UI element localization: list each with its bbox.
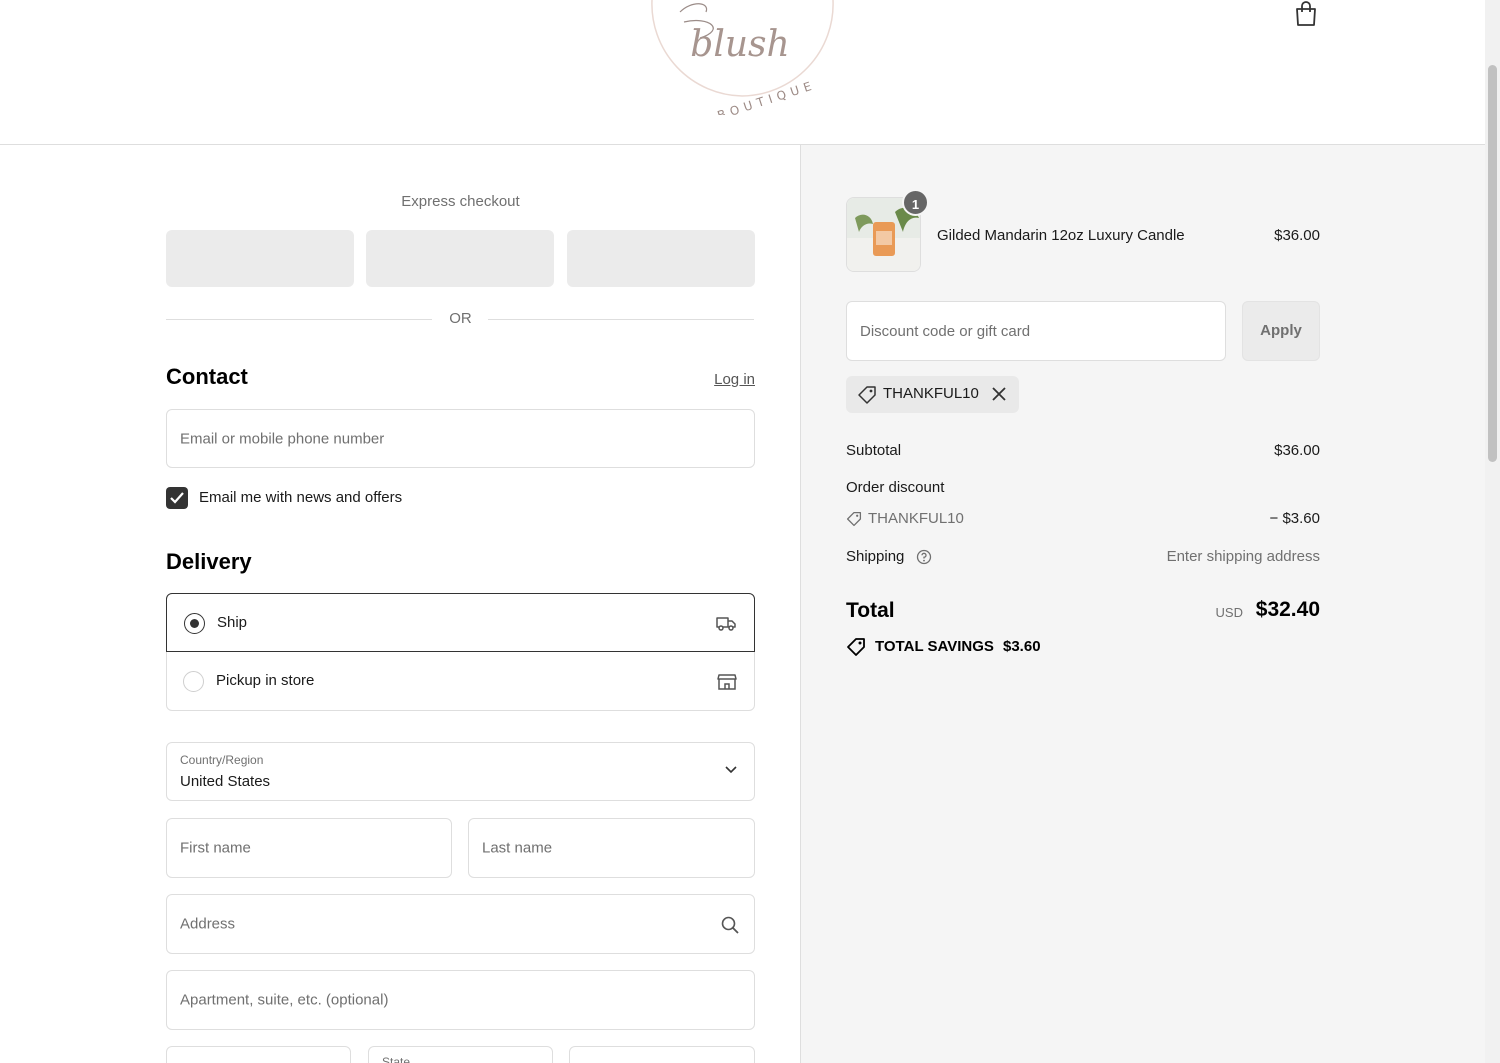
- city-field[interactable]: [166, 1046, 351, 1063]
- product-price: $36.00: [1274, 227, 1320, 244]
- shipping-value: Enter shipping address: [1166, 548, 1320, 565]
- express-pay-button-1[interactable]: [166, 230, 354, 287]
- discount-amount: − $3.60: [1269, 510, 1320, 527]
- checkmark-icon: [170, 492, 184, 504]
- address-placeholder: Address: [180, 915, 236, 933]
- divider-line-right: [488, 319, 754, 320]
- state-label: State: [382, 1055, 411, 1063]
- search-icon: [721, 916, 739, 934]
- savings-label: TOTAL SAVINGS: [875, 638, 994, 655]
- newsletter-checkbox[interactable]: [166, 487, 188, 509]
- first-name-field[interactable]: First name: [166, 818, 452, 878]
- shopping-bag-icon[interactable]: [1293, 0, 1319, 28]
- contact-heading: Contact: [166, 364, 248, 389]
- first-name-placeholder: First name: [180, 839, 251, 857]
- svg-text:BOUTIQUE: BOUTIQUE: [716, 78, 818, 115]
- delivery-option-pickup[interactable]: Pickup in store: [166, 652, 755, 711]
- last-name-placeholder: Last name: [482, 839, 553, 857]
- store-header: blush BOUTIQUE: [0, 0, 1485, 145]
- tag-icon: [858, 386, 876, 404]
- savings-value: $3.60: [1003, 638, 1041, 655]
- country-select[interactable]: Country/Region United States: [166, 742, 755, 801]
- order-summary-panel: [801, 145, 1485, 1063]
- email-field[interactable]: Email or mobile phone number: [166, 409, 755, 468]
- email-placeholder: Email or mobile phone number: [180, 430, 385, 447]
- express-pay-button-3[interactable]: [567, 230, 755, 287]
- discount-placeholder: Discount code or gift card: [860, 323, 1031, 340]
- apply-discount-button[interactable]: Apply: [1242, 301, 1320, 361]
- state-select[interactable]: State: [368, 1046, 553, 1063]
- last-name-field[interactable]: Last name: [468, 818, 755, 878]
- store-logo[interactable]: blush BOUTIQUE: [640, 0, 840, 123]
- pickup-radio[interactable]: [183, 671, 204, 692]
- shipping-label: Shipping: [846, 548, 905, 565]
- delivery-heading: Delivery: [166, 549, 252, 574]
- truck-icon: [715, 613, 737, 633]
- chevron-down-icon: [725, 766, 737, 774]
- page-scrollbar[interactable]: [1485, 0, 1500, 1063]
- discount-code-input[interactable]: Discount code or gift card: [846, 301, 1226, 361]
- svg-text:blush: blush: [690, 24, 789, 65]
- total-currency: USD: [1215, 605, 1243, 620]
- tag-icon: [846, 511, 862, 527]
- help-icon[interactable]: [916, 549, 932, 565]
- savings-tag-icon: [847, 638, 865, 656]
- apartment-placeholder: Apartment, suite, etc. (optional): [180, 991, 389, 1009]
- express-pay-button-2[interactable]: [366, 230, 554, 287]
- ship-label: Ship: [217, 614, 248, 631]
- delivery-option-ship[interactable]: Ship: [166, 593, 755, 652]
- subtotal-value: $36.00: [1274, 442, 1320, 459]
- subtotal-label: Subtotal: [846, 442, 902, 459]
- apartment-field[interactable]: Apartment, suite, etc. (optional): [166, 970, 755, 1030]
- total-label: Total: [846, 599, 895, 622]
- order-discount-label: Order discount: [846, 479, 945, 496]
- or-divider: OR: [166, 309, 755, 329]
- pickup-label: Pickup in store: [216, 672, 315, 689]
- applied-code: THANKFUL10: [883, 385, 979, 402]
- address-field[interactable]: Address: [166, 894, 755, 954]
- remove-code-icon[interactable]: [992, 387, 1006, 401]
- zip-field[interactable]: [569, 1046, 755, 1063]
- product-name: Gilded Mandarin 12oz Luxury Candle: [937, 227, 1185, 244]
- ship-radio[interactable]: [184, 613, 205, 634]
- country-value: United States: [180, 773, 271, 790]
- total-value: $32.40: [1255, 598, 1320, 621]
- express-checkout-label: Express checkout: [401, 193, 520, 210]
- store-icon: [716, 671, 738, 691]
- country-label: Country/Region: [180, 753, 264, 767]
- newsletter-label: Email me with news and offers: [199, 489, 403, 506]
- applied-discount-chip: THANKFUL10: [846, 376, 1019, 413]
- discount-code-text: THANKFUL10: [868, 510, 964, 527]
- scrollbar-thumb[interactable]: [1488, 65, 1497, 462]
- quantity-badge: 1: [902, 189, 929, 216]
- login-link[interactable]: Log in: [700, 371, 755, 388]
